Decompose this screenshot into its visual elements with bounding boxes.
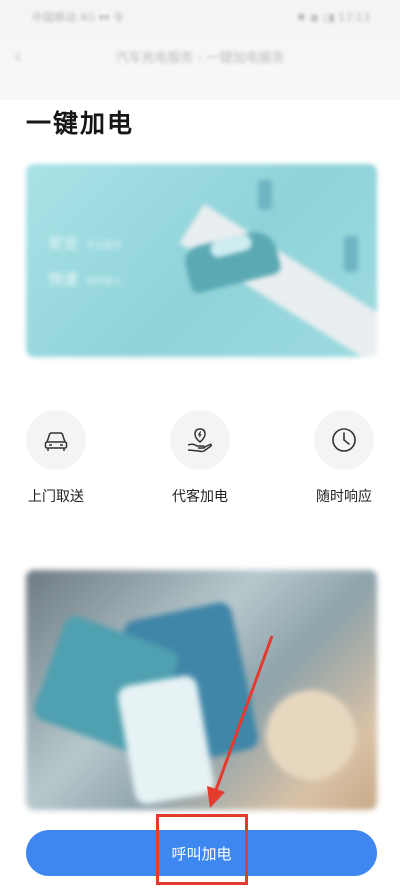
annotation-arrow-icon	[207, 635, 274, 808]
